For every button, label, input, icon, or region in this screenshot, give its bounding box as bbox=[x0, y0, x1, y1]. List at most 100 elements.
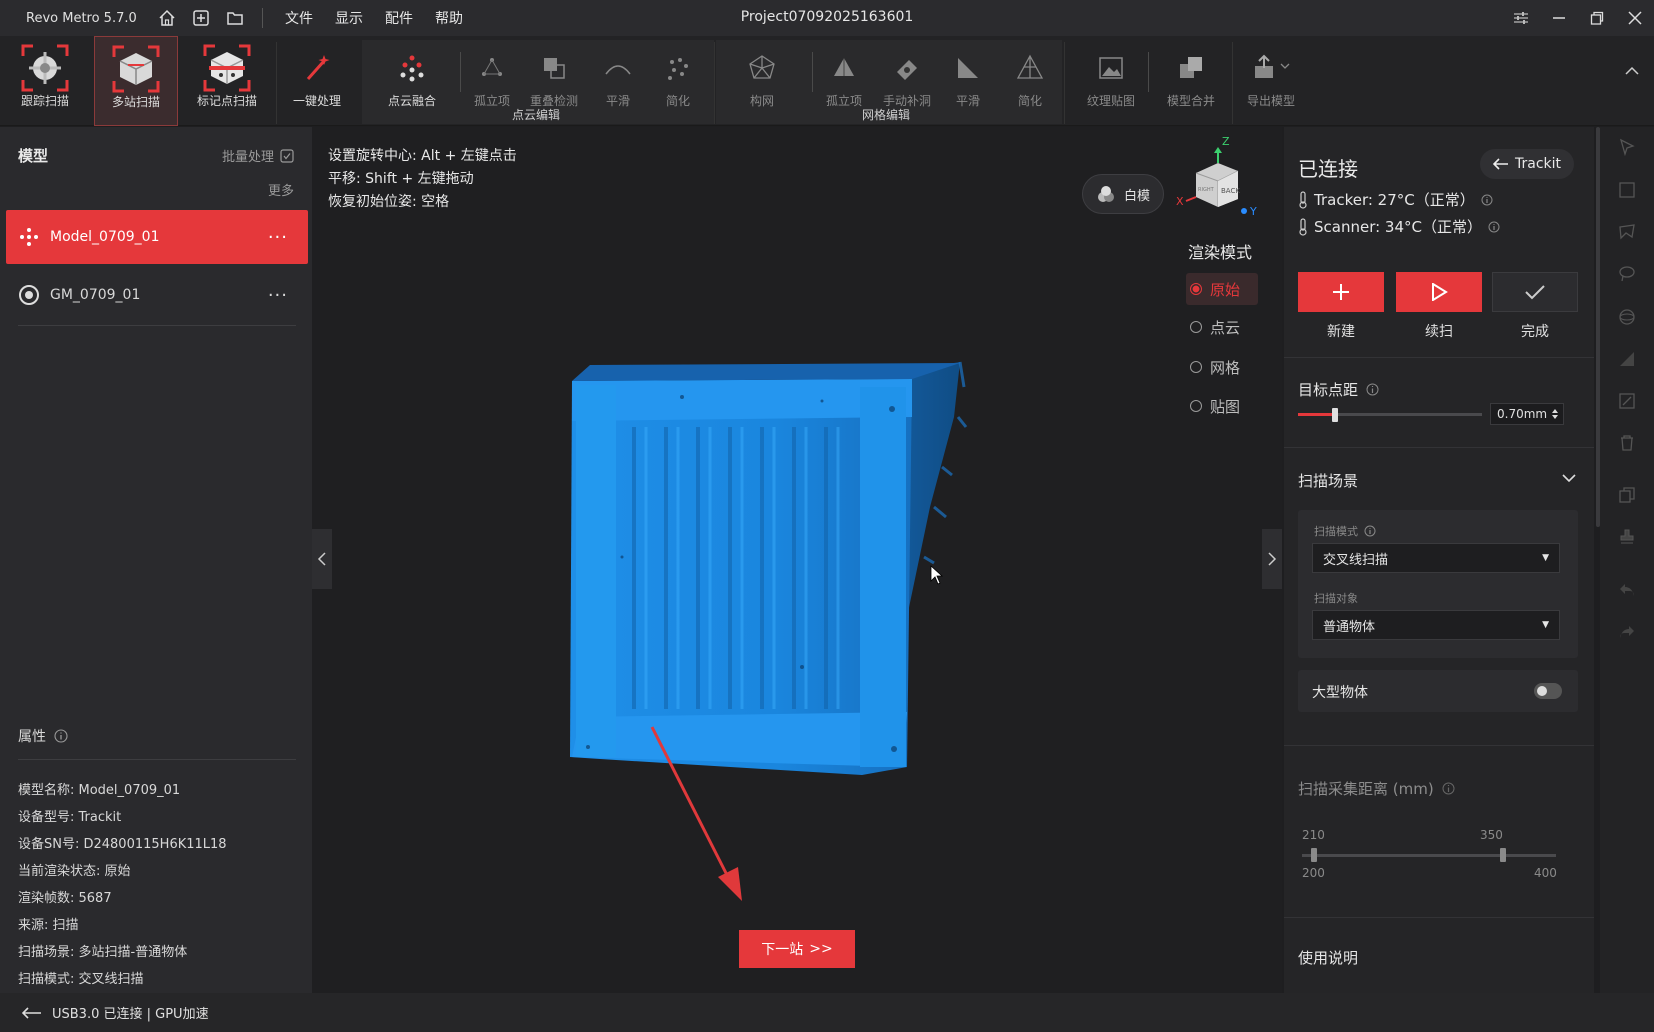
scan-object-select[interactable]: 普通物体 ▼ bbox=[1312, 610, 1560, 640]
tool-label: 一键处理 bbox=[292, 94, 341, 108]
more-button[interactable]: 更多 bbox=[0, 180, 312, 199]
distance-min-value: 200 bbox=[1302, 866, 1325, 880]
select-pointer-icon[interactable] bbox=[1617, 137, 1637, 157]
lasso-select-icon[interactable] bbox=[1617, 264, 1637, 284]
large-object-toggle[interactable] bbox=[1534, 683, 1562, 699]
isolated-points-icon bbox=[478, 46, 506, 90]
texture-map-button[interactable]: 纹理贴图 bbox=[1080, 36, 1142, 126]
model-panel-title: 模型 bbox=[18, 147, 49, 165]
one-click-process-button[interactable]: 一键处理 bbox=[282, 36, 352, 126]
panel-divider bbox=[1284, 745, 1594, 746]
invert-select-icon[interactable] bbox=[1617, 391, 1637, 411]
distance-high-handle[interactable] bbox=[1500, 848, 1506, 862]
info-icon[interactable] bbox=[1481, 194, 1493, 206]
marker-scan-button[interactable]: 标记点扫描 bbox=[188, 36, 266, 126]
render-mode-original[interactable]: 原始 bbox=[1186, 273, 1258, 305]
more-options-icon[interactable]: ··· bbox=[268, 285, 288, 306]
multi-station-scan-button[interactable]: 多站扫描 bbox=[94, 36, 178, 126]
scan-scene-title[interactable]: 扫描场景 bbox=[1298, 470, 1358, 491]
axis-y-label: Y bbox=[1249, 205, 1257, 218]
orientation-cube[interactable]: Z BACK RIGHT X Y bbox=[1172, 135, 1272, 225]
thermometer-icon bbox=[1299, 217, 1307, 236]
mesh-smooth-button[interactable]: 平滑 bbox=[940, 36, 996, 126]
target-spacing-handle[interactable] bbox=[1332, 408, 1338, 422]
model-item-model-0709-01[interactable]: Model_0709_01 ··· bbox=[6, 210, 308, 264]
pc-smooth-button[interactable]: 平滑 bbox=[590, 36, 646, 126]
dropdown-caret-icon: ▼ bbox=[1542, 620, 1549, 630]
list-divider bbox=[18, 325, 296, 326]
device-name: Trackit bbox=[1514, 156, 1561, 172]
minimize-icon[interactable] bbox=[1540, 0, 1578, 36]
smooth-icon bbox=[604, 46, 632, 90]
export-icon bbox=[1251, 46, 1291, 90]
menu-accessories[interactable]: 配件 bbox=[385, 8, 413, 28]
scan-mode-select[interactable]: 交叉线扫描 ▼ bbox=[1312, 543, 1560, 573]
info-icon[interactable] bbox=[1364, 525, 1376, 537]
model-item-gm-0709-01[interactable]: GM_0709_01 ··· bbox=[6, 268, 308, 322]
sphere-select-icon[interactable] bbox=[1617, 307, 1637, 327]
home-icon[interactable] bbox=[150, 0, 184, 36]
app-window: Revo Metro 5.7.0 文件 显示 配件 帮助 Project0709… bbox=[0, 0, 1654, 1032]
menu-file[interactable]: 文件 bbox=[285, 8, 313, 28]
title-separator bbox=[262, 8, 263, 28]
tracking-scan-button[interactable]: 跟踪扫描 bbox=[10, 36, 80, 126]
info-icon[interactable] bbox=[1442, 782, 1455, 795]
finish-scan-button[interactable] bbox=[1492, 272, 1578, 312]
collapse-toolbar-icon[interactable] bbox=[1624, 64, 1640, 80]
scan-scene-card: 扫描模式 交叉线扫描 ▼ 扫描对象 普通物体 ▼ bbox=[1298, 510, 1578, 658]
point-cloud-fusion-button[interactable]: 点云融合 bbox=[372, 36, 452, 126]
copy-icon[interactable] bbox=[1617, 485, 1637, 505]
instructions-link[interactable]: 使用说明 bbox=[1298, 947, 1358, 968]
spinner-arrows-icon[interactable] bbox=[1551, 408, 1559, 420]
mesh-simplify-button[interactable]: 简化 bbox=[1002, 36, 1058, 126]
collapse-right-panel-button[interactable] bbox=[1262, 529, 1282, 589]
render-mode-texture[interactable]: 贴图 bbox=[1186, 390, 1258, 422]
collapse-left-panel-button[interactable] bbox=[312, 529, 332, 589]
more-options-icon[interactable]: ··· bbox=[268, 227, 288, 248]
tool-label: 平滑 bbox=[955, 94, 980, 108]
3d-viewport[interactable]: 设置旋转中心: Alt + 左键点击 平移: Shift + 左键拖动 恢复初始… bbox=[312, 127, 1282, 993]
distance-range-track[interactable] bbox=[1302, 854, 1556, 857]
model-name: GM_0709_01 bbox=[50, 287, 141, 303]
target-spacing-input[interactable]: 0.70mm bbox=[1490, 403, 1564, 425]
white-model-toggle[interactable]: 白模 bbox=[1082, 174, 1164, 214]
hint-reset-pose: 恢复初始位姿: 空格 bbox=[328, 194, 450, 210]
settings-sliders-icon[interactable] bbox=[1502, 0, 1540, 36]
menu-view[interactable]: 显示 bbox=[335, 8, 363, 28]
new-scan-button[interactable] bbox=[1298, 272, 1384, 312]
target-spacing-label: 目标点距 bbox=[1298, 381, 1359, 399]
menu-help[interactable]: 帮助 bbox=[435, 8, 463, 28]
multi-station-scan-icon bbox=[110, 45, 162, 93]
rectangle-select-icon[interactable] bbox=[1617, 180, 1637, 200]
undo-icon[interactable] bbox=[1617, 580, 1637, 600]
redo-icon[interactable] bbox=[1617, 622, 1637, 642]
restore-icon[interactable] bbox=[1578, 0, 1616, 36]
info-icon[interactable] bbox=[1488, 221, 1500, 233]
info-icon[interactable] bbox=[1366, 383, 1379, 396]
batch-process-button[interactable]: 批量处理 bbox=[222, 146, 294, 165]
scan-control-panel: 已连接 Trackit Tracker: 27°C（正常） Scanner: 3… bbox=[1284, 127, 1594, 993]
distance-low-handle[interactable] bbox=[1311, 848, 1317, 862]
render-mode-mesh[interactable]: 网格 bbox=[1186, 351, 1258, 383]
next-station-button[interactable]: 下一站 >> bbox=[739, 930, 855, 968]
open-folder-icon[interactable] bbox=[218, 0, 252, 36]
radio-icon bbox=[1190, 361, 1202, 373]
info-icon[interactable] bbox=[54, 729, 68, 743]
close-icon[interactable] bbox=[1616, 0, 1654, 36]
mesh-build-button[interactable]: 构网 bbox=[734, 36, 790, 126]
render-mode-point-cloud[interactable]: 点云 bbox=[1186, 311, 1258, 343]
chevron-down-icon[interactable] bbox=[1562, 473, 1576, 483]
stamp-icon[interactable] bbox=[1617, 527, 1637, 547]
continue-scan-button[interactable] bbox=[1396, 272, 1482, 312]
device-trackit-button[interactable]: Trackit bbox=[1480, 149, 1574, 179]
new-project-icon[interactable] bbox=[184, 0, 218, 36]
plane-select-icon[interactable] bbox=[1617, 349, 1637, 369]
delete-trash-icon[interactable] bbox=[1617, 433, 1637, 453]
export-model-button[interactable]: 导出模型 bbox=[1240, 36, 1302, 126]
model-merge-button[interactable]: 模型合并 bbox=[1160, 36, 1222, 126]
hint-rotate-center: 设置旋转中心: Alt + 左键点击 bbox=[328, 148, 517, 164]
polygon-select-icon[interactable] bbox=[1617, 222, 1637, 242]
pc-simplify-button[interactable]: 简化 bbox=[650, 36, 706, 126]
large-object-label: 大型物体 bbox=[1312, 685, 1368, 701]
render-mode-label: 原始 bbox=[1210, 280, 1241, 299]
